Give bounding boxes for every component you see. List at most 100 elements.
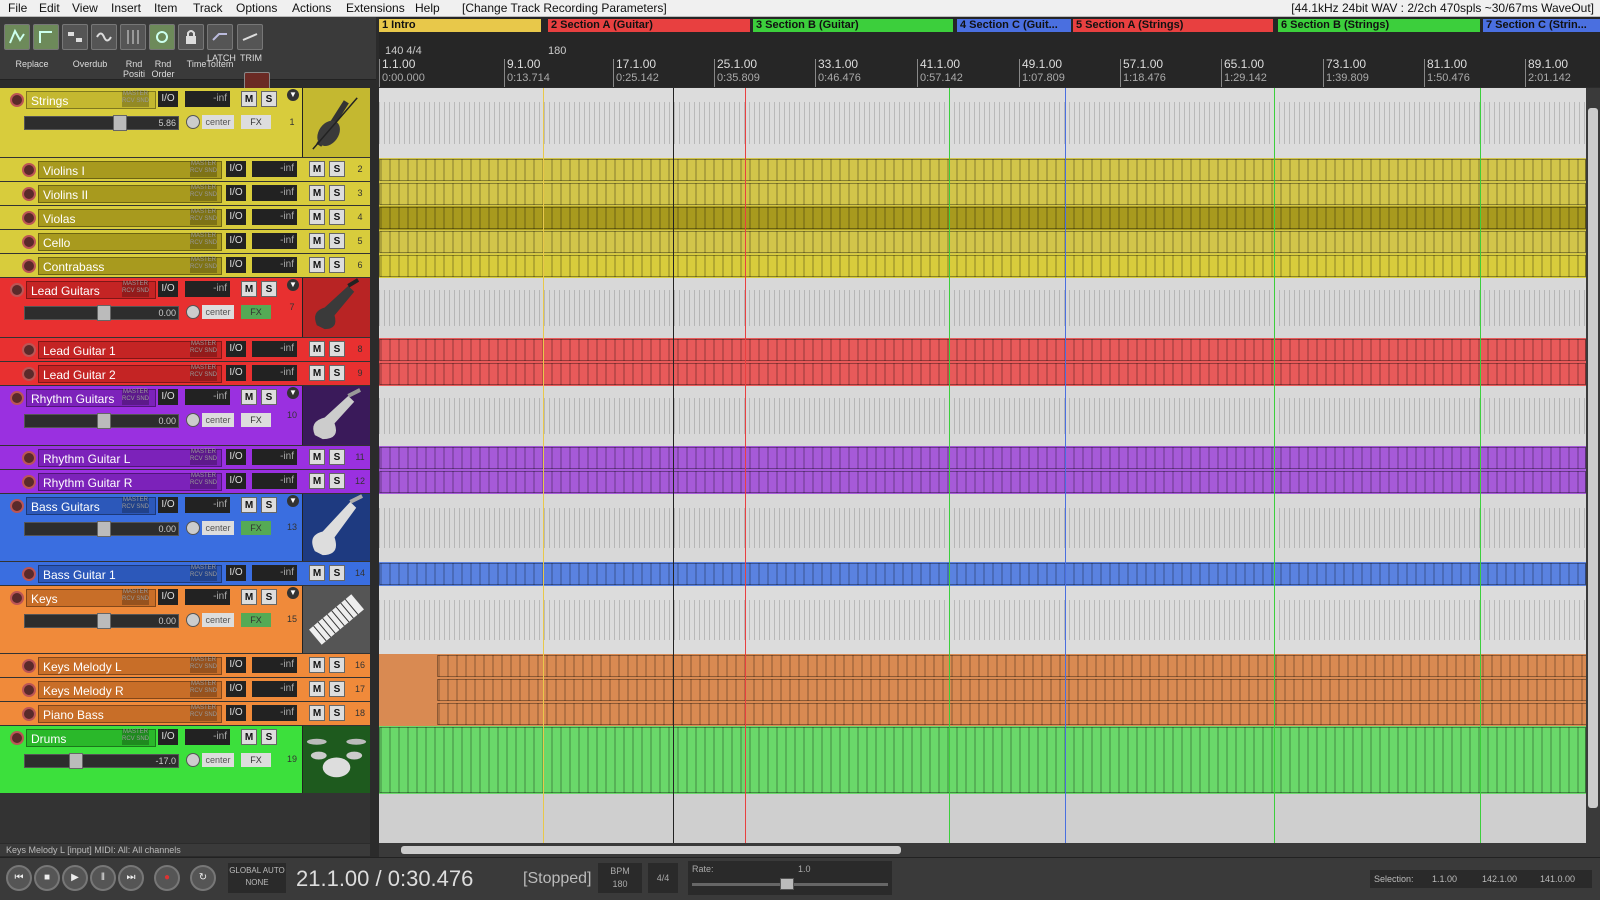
record-arm-button[interactable] (22, 259, 36, 273)
track-piano-bass[interactable]: Piano Bass MASTER RCV SND I/O -inf M S 1… (0, 702, 370, 726)
routing-label[interactable]: MASTER RCV SND (122, 589, 149, 605)
solo-button[interactable]: S (261, 589, 277, 605)
record-arm-button[interactable] (10, 93, 24, 107)
solo-button[interactable]: S (329, 681, 345, 697)
track-lane[interactable] (379, 726, 1586, 794)
io-button[interactable]: I/O (226, 233, 246, 249)
io-button[interactable]: I/O (226, 657, 246, 673)
fader-knob[interactable] (97, 413, 111, 429)
track-lead-guitar-1[interactable]: Lead Guitar 1 MASTER RCV SND I/O -inf M … (0, 338, 370, 362)
mute-button[interactable]: M (309, 365, 325, 381)
record-arm-button[interactable] (22, 187, 36, 201)
routing-label[interactable]: MASTER RCV SND (122, 389, 149, 405)
record-arm-button[interactable] (10, 731, 24, 745)
menu-extensions[interactable]: Extensions (346, 1, 405, 15)
track-lane[interactable] (379, 182, 1586, 206)
media-item[interactable] (379, 471, 1586, 493)
solo-button[interactable]: S (329, 257, 345, 273)
routing-label[interactable]: MASTER RCV SND (122, 91, 149, 107)
selection-start[interactable]: 1.1.00 (1432, 870, 1457, 888)
media-item[interactable] (379, 207, 1586, 229)
time-signature[interactable]: 4/4 (648, 863, 678, 893)
scroll-thumb[interactable] (1588, 108, 1598, 808)
io-button[interactable]: I/O (158, 389, 178, 405)
grid-lines-icon[interactable] (120, 24, 146, 50)
io-button[interactable]: I/O (158, 589, 178, 605)
selection-end[interactable]: 142.1.00 (1482, 870, 1517, 888)
folder-track-bass-guitars[interactable]: Bass Guitars MASTER RCV SND I/O -inf M S… (0, 494, 370, 562)
menu-options[interactable]: Options (236, 1, 277, 15)
io-button[interactable]: I/O (226, 365, 246, 381)
record-arm-button[interactable] (10, 283, 24, 297)
routing-label[interactable]: MASTER RCV SND (190, 257, 217, 273)
track-lane[interactable] (379, 654, 1586, 678)
mute-button[interactable]: M (241, 389, 257, 405)
vertical-scrollbar[interactable] (1586, 88, 1600, 843)
volume-fader[interactable]: 5.86 (24, 115, 179, 131)
pan-knob[interactable] (186, 521, 200, 535)
mute-button[interactable]: M (309, 209, 325, 225)
mute-button[interactable]: M (309, 449, 325, 465)
volume-fader[interactable]: -17.0 (24, 753, 179, 769)
audio-status[interactable]: [44.1kHz 24bit WAV : 2/2ch 470spls ~30/6… (1291, 1, 1594, 15)
playrate-control[interactable]: Rate: 1.0 (688, 861, 892, 895)
region-section-c-strings[interactable]: 7 Section C (Strin... (1483, 19, 1600, 32)
bpm-display[interactable]: BPM 180 (598, 863, 642, 893)
media-item[interactable] (379, 727, 1586, 793)
track-violas[interactable]: Violas MASTER RCV SND I/O -inf M S 4 (0, 206, 370, 230)
menu-item[interactable]: Item (154, 1, 177, 15)
pan-value[interactable]: center (202, 753, 234, 767)
record-arm-button[interactable] (22, 235, 36, 249)
scroll-thumb[interactable] (401, 846, 901, 854)
solo-button[interactable]: S (261, 729, 277, 745)
fx-button[interactable]: FX (241, 521, 271, 535)
menu-edit[interactable]: Edit (39, 1, 60, 15)
mute-button[interactable]: M (309, 657, 325, 673)
pause-icon[interactable]: ‖ (90, 865, 116, 891)
ripple-edit-icon[interactable] (62, 24, 88, 50)
menu-file[interactable]: File (8, 1, 27, 15)
track-contrabass[interactable]: Contrabass MASTER RCV SND I/O -inf M S 6 (0, 254, 370, 278)
track-keys-melody-r[interactable]: Keys Melody R MASTER RCV SND I/O -inf M … (0, 678, 370, 702)
volume-fader[interactable]: 0.00 (24, 521, 179, 537)
stop-icon[interactable]: ■ (34, 865, 60, 891)
repeat-icon[interactable]: ↻ (190, 865, 216, 891)
horizontal-scrollbar[interactable] (379, 843, 1600, 857)
fx-button[interactable]: FX (241, 115, 271, 129)
mute-button[interactable]: M (241, 589, 257, 605)
mute-button[interactable]: M (309, 185, 325, 201)
tcp-empty-area[interactable] (0, 794, 370, 843)
selection-display[interactable]: Selection: 1.1.00 142.1.00 141.0.00 (1370, 870, 1592, 888)
region-section-b-strings[interactable]: 6 Section B (Strings) (1278, 19, 1480, 32)
media-item[interactable] (437, 703, 1586, 725)
record-arm-button[interactable] (10, 391, 24, 405)
pan-value[interactable]: center (202, 521, 234, 535)
fx-button[interactable]: FX (241, 753, 271, 767)
record-arm-button[interactable] (22, 683, 36, 697)
pan-value[interactable]: center (202, 115, 234, 129)
folder-track-keys[interactable]: Keys MASTER RCV SND I/O -inf M S 0.00 ce… (0, 586, 370, 654)
pan-knob[interactable] (186, 305, 200, 319)
track-violins-1[interactable]: Violins I MASTER RCV SND I/O -inf M S 2 (0, 158, 370, 182)
menu-insert[interactable]: Insert (111, 1, 141, 15)
timeline-ruler[interactable]: 1 Intro 2 Section A (Guitar) 3 Section B… (379, 17, 1600, 87)
routing-label[interactable]: MASTER RCV SND (190, 449, 217, 465)
menu-view[interactable]: View (72, 1, 98, 15)
solo-button[interactable]: S (329, 449, 345, 465)
region-section-a-strings[interactable]: 5 Section A (Strings) (1073, 19, 1273, 32)
solo-button[interactable]: S (261, 91, 277, 107)
loop-icon[interactable] (149, 24, 175, 50)
media-item[interactable] (379, 231, 1586, 253)
locking-icon[interactable] (91, 24, 117, 50)
routing-label[interactable]: MASTER RCV SND (190, 705, 217, 721)
pan-knob[interactable] (186, 753, 200, 767)
record-arm-button[interactable] (22, 567, 36, 581)
rnd-position-button[interactable]: Rnd Positi (120, 59, 148, 79)
track-lane[interactable] (379, 254, 1586, 278)
mute-button[interactable]: M (309, 681, 325, 697)
media-item[interactable] (379, 563, 1586, 585)
pan-value[interactable]: center (202, 305, 234, 319)
pan-knob[interactable] (186, 413, 200, 427)
solo-button[interactable]: S (329, 161, 345, 177)
arrange-view[interactable] (379, 88, 1586, 843)
